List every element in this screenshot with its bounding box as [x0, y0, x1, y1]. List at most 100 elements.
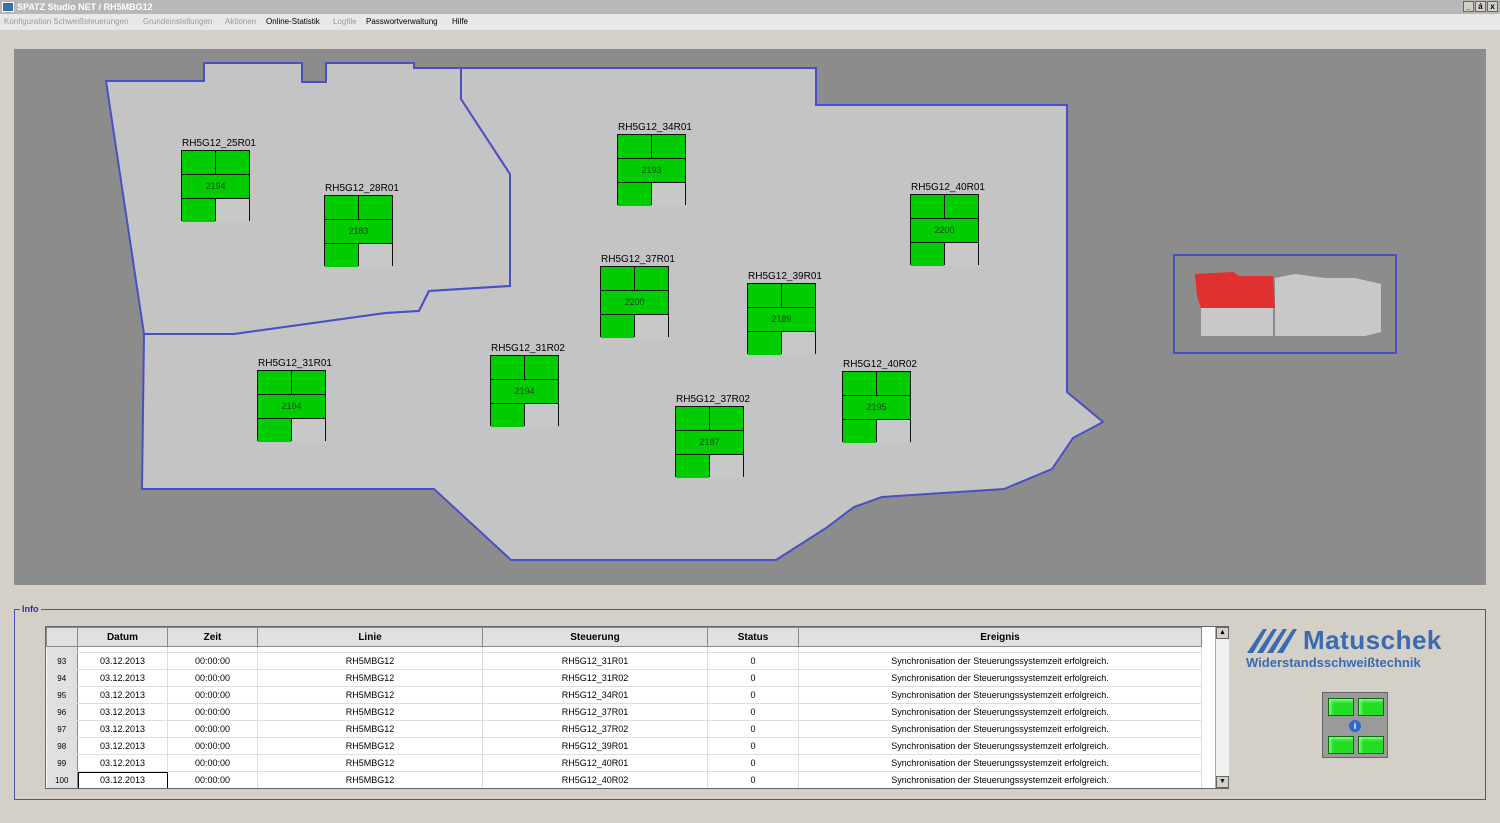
restore-button[interactable]: á [1475, 1, 1486, 12]
row-number: 94 [46, 669, 78, 687]
station-value: 2183 [325, 220, 392, 243]
app-icon [2, 2, 14, 12]
station-rh5g12-28r01[interactable]: RH5G12_28R01 2183 [324, 182, 399, 267]
menu-aktionen[interactable]: Aktionen [225, 14, 256, 30]
cell-status: 0 [707, 737, 799, 755]
column-header-zeit[interactable]: Zeit [167, 627, 258, 647]
status-led [1358, 698, 1384, 716]
row-number: 93 [46, 652, 78, 670]
station-value: 2194 [258, 395, 325, 418]
station-rh5g12-31r01[interactable]: RH5G12_31R01 2194 [257, 357, 332, 442]
scroll-down-icon[interactable]: ▼ [1216, 776, 1229, 788]
station-value: 2194 [182, 175, 249, 198]
row-number: 99 [46, 754, 78, 772]
status-led [1328, 736, 1354, 754]
minimize-button[interactable]: _ [1463, 1, 1474, 12]
column-header-datum[interactable]: Datum [77, 627, 168, 647]
table-row[interactable]: 100 03.12.2013 00:00:00 RH5MBG12 RH5G12_40R0… [46, 771, 1202, 788]
station-rh5g12-37r02[interactable]: RH5G12_37R02 2187 [675, 393, 750, 478]
info-icon[interactable]: i [1349, 720, 1361, 732]
table-row[interactable]: 99 03.12.2013 00:00:00 RH5MBG12 RH5G12_40R01… [46, 754, 1202, 772]
cell-status: 0 [707, 771, 799, 788]
column-header-status[interactable]: Status [707, 627, 799, 647]
cell-datum: 03.12.2013 [77, 737, 168, 755]
station-label: RH5G12_34R01 [618, 122, 692, 133]
logo-swoosh-icon [1247, 629, 1297, 653]
cell-zeit: 00:00:00 [167, 669, 258, 687]
station-value: 2189 [748, 308, 815, 331]
station-rh5g12-25r01[interactable]: RH5G12_25R01 2194 [181, 137, 256, 222]
cell-status: 0 [707, 703, 799, 721]
cell-linie: RH5MBG12 [257, 652, 483, 670]
cell-steuerung: RH5G12_39R01 [482, 737, 708, 755]
column-header-linie[interactable]: Linie [257, 627, 483, 647]
cell-linie: RH5MBG12 [257, 754, 483, 772]
cell-status: 0 [707, 669, 799, 687]
event-log-table[interactable]: Datum Zeit Linie Steuerung Status Ereign… [45, 626, 1229, 789]
cell-datum-selected[interactable]: 03.12.2013 [77, 771, 168, 788]
station-rh5g12-37r01[interactable]: RH5G12_37R01 2200 [600, 253, 675, 338]
table-row[interactable]: 97 03.12.2013 00:00:00 RH5MBG12 RH5G12_37R02… [46, 720, 1202, 738]
station-value: 2200 [911, 219, 978, 242]
cell-ereignis: Synchronisation der Steuerungssystemzeit… [798, 703, 1202, 721]
logo-name: Matuschek [1303, 625, 1442, 655]
table-row[interactable]: 98 03.12.2013 00:00:00 RH5MBG12 RH5G12_39R01… [46, 737, 1202, 755]
cell-datum: 03.12.2013 [77, 652, 168, 670]
menu-online-statistik[interactable]: Online-Statistik [266, 14, 320, 30]
row-number: 98 [46, 737, 78, 755]
station-rh5g12-40r01[interactable]: RH5G12_40R01 2200 [910, 181, 985, 266]
station-rh5g12-34r01[interactable]: RH5G12_34R01 2193 [617, 121, 692, 206]
table-scrollbar[interactable]: ▲ ▼ [1215, 627, 1229, 788]
minimap-shapes [1195, 272, 1381, 336]
station-label: RH5G12_40R02 [843, 359, 917, 370]
column-header-ereignis[interactable]: Ereignis [798, 627, 1202, 647]
station-rh5g12-40r02[interactable]: RH5G12_40R02 2195 [842, 358, 917, 443]
menu-grundeinstellungen[interactable]: Grundeinstellungen [143, 14, 212, 30]
title-bar: SPATZ Studio NET / RH5MBG12 _ á x [0, 0, 1500, 14]
station-label: RH5G12_39R01 [748, 271, 822, 282]
cell-zeit: 00:00:00 [167, 737, 258, 755]
cell-zeit: 00:00:00 [167, 720, 258, 738]
cell-ereignis: Synchronisation der Steuerungssystemzeit… [798, 652, 1202, 670]
row-number: 100 [46, 771, 78, 788]
table-row[interactable]: 95 03.12.2013 00:00:00 RH5MBG12 RH5G12_34R01… [46, 686, 1202, 704]
station-label: RH5G12_37R02 [676, 394, 750, 405]
row-number: 96 [46, 703, 78, 721]
status-led [1328, 698, 1354, 716]
cell-datum: 03.12.2013 [77, 669, 168, 687]
cell-zeit: 00:00:00 [167, 771, 258, 788]
row-number-header [46, 627, 78, 647]
cell-zeit: 00:00:00 [167, 703, 258, 721]
cell-ereignis: Synchronisation der Steuerungssystemzeit… [798, 754, 1202, 772]
station-value: 2194 [491, 380, 558, 403]
column-header-steuerung[interactable]: Steuerung [482, 627, 708, 647]
menu-hilfe[interactable]: Hilfe [452, 14, 468, 30]
row-number: 95 [46, 686, 78, 704]
matuschek-logo: Matuschek Widerstandsschweißtechnik [1245, 625, 1475, 673]
minimap-zone[interactable] [1201, 308, 1273, 336]
cell-steuerung: RH5G12_31R01 [482, 652, 708, 670]
cell-ereignis: Synchronisation der Steuerungssystemzeit… [798, 771, 1202, 788]
scroll-track[interactable] [1216, 639, 1229, 776]
cell-steuerung: RH5G12_34R01 [482, 686, 708, 704]
table-row[interactable]: 93 03.12.2013 00:00:00 RH5MBG12 RH5G12_31R01… [46, 652, 1202, 670]
menu-logfile[interactable]: Logfile [333, 14, 357, 30]
scroll-up-icon[interactable]: ▲ [1216, 627, 1229, 639]
cell-linie: RH5MBG12 [257, 771, 483, 788]
overview-minimap[interactable] [1173, 254, 1397, 354]
menu-konfiguration[interactable]: Konfiguration Schweißsteuerungen [4, 14, 129, 30]
close-button[interactable]: x [1487, 1, 1498, 12]
minimap-zone[interactable] [1275, 274, 1381, 336]
table-row[interactable]: 94 03.12.2013 00:00:00 RH5MBG12 RH5G12_31R02… [46, 669, 1202, 687]
menu-passwortverwaltung[interactable]: Passwortverwaltung [366, 14, 438, 30]
table-row[interactable]: 96 03.12.2013 00:00:00 RH5MBG12 RH5G12_37R01… [46, 703, 1202, 721]
station-rh5g12-39r01[interactable]: RH5G12_39R01 2189 [747, 270, 822, 355]
cell-linie: RH5MBG12 [257, 686, 483, 704]
cell-zeit: 00:00:00 [167, 686, 258, 704]
system-status-widget[interactable]: i [1322, 692, 1388, 758]
cell-ereignis: Synchronisation der Steuerungssystemzeit… [798, 720, 1202, 738]
station-rh5g12-31r02[interactable]: RH5G12_31R02 2194 [490, 342, 565, 427]
minimap-active-zone[interactable] [1195, 272, 1275, 308]
station-value: 2187 [676, 431, 743, 454]
station-value: 2193 [618, 159, 685, 182]
